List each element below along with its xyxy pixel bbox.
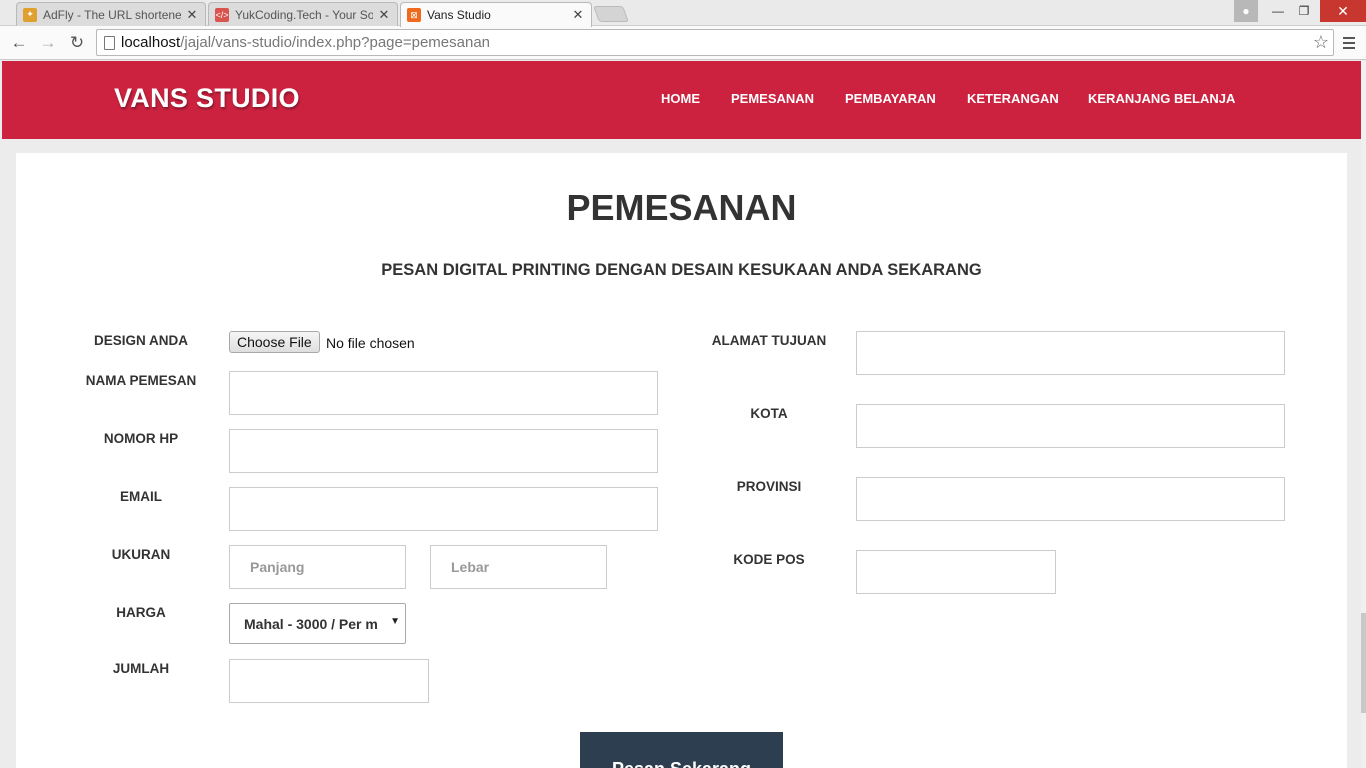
choose-file-button[interactable]: Choose File — [229, 331, 320, 353]
file-status: No file chosen — [326, 335, 415, 351]
tab-vans-studio[interactable]: ⊠ Vans Studio ✕ — [400, 2, 592, 27]
website: VANS STUDIO HOME PEMESANAN PEMBAYARAN KE… — [2, 61, 1361, 768]
kode-pos-input[interactable] — [856, 550, 1056, 594]
user-profile-icon[interactable]: ● — [1234, 0, 1258, 22]
nomor-hp-label: NOMOR HP — [103, 431, 179, 446]
page-subtitle: PESAN DIGITAL PRINTING DENGAN DESAIN KES… — [381, 261, 982, 279]
lebar-input[interactable] — [430, 545, 607, 589]
kode-pos-label: KODE POS — [733, 552, 805, 567]
order-form-card: PEMESANAN PESAN DIGITAL PRINTING DENGAN … — [16, 153, 1347, 768]
tab-title: YukCoding.Tech - Your So — [235, 7, 373, 22]
close-icon[interactable]: ✕ — [185, 7, 199, 23]
back-arrow-icon[interactable]: ← — [7, 31, 31, 55]
nav-keterangan[interactable]: KETERANGAN — [967, 91, 1059, 106]
code-icon: </> — [215, 7, 229, 22]
email-label: EMAIL — [120, 489, 162, 504]
site-header: VANS STUDIO HOME PEMESANAN PEMBAYARAN KE… — [2, 61, 1361, 139]
scrollbar-thumb[interactable] — [1361, 613, 1366, 713]
nav-pembayaran[interactable]: PEMBAYARAN — [845, 91, 936, 106]
tab-title: Vans Studio — [427, 8, 491, 22]
forward-arrow-icon[interactable]: → — [36, 31, 60, 55]
nav-pemesanan[interactable]: PEMESANAN — [731, 91, 814, 106]
tab-title: AdFly - The URL shortener — [43, 7, 181, 22]
url-host: localhost — [121, 34, 181, 51]
nama-pemesan-input[interactable] — [229, 371, 658, 415]
dropdown-arrow-icon: ▼ — [390, 616, 400, 627]
reload-icon[interactable]: ↻ — [65, 31, 89, 55]
kota-label: KOTA — [750, 406, 788, 421]
email-input[interactable] — [229, 487, 658, 531]
minimize-icon[interactable]: — — [1266, 0, 1290, 22]
window-close-icon[interactable]: ✕ — [1320, 0, 1366, 22]
kota-input[interactable] — [856, 404, 1285, 448]
site-brand[interactable]: VANS STUDIO — [114, 83, 300, 114]
jumlah-label: JUMLAH — [112, 661, 170, 676]
address-bar[interactable]: localhost/jajal/vans-studio/index.php?pa… — [96, 29, 1334, 56]
page-scrollbar[interactable] — [1361, 61, 1366, 768]
pesan-sekarang-button[interactable]: Pesan Sekarang — [580, 732, 783, 768]
restore-icon[interactable]: ❐ — [1292, 0, 1316, 22]
nomor-hp-input[interactable] — [229, 429, 658, 473]
browser-toolbar: ← → ↻ localhost/jajal/vans-studio/index.… — [0, 26, 1366, 60]
new-tab-button[interactable] — [593, 6, 629, 22]
browser-tab-bar: ✦ AdFly - The URL shortener ✕ </> YukCod… — [0, 0, 1366, 27]
nav-keranjang-belanja[interactable]: KERANJANG BELANJA — [1088, 91, 1235, 106]
close-icon[interactable]: ✕ — [377, 7, 391, 23]
provinsi-input[interactable] — [856, 477, 1285, 521]
url-path: /jajal/vans-studio/index.php?page=pemesa… — [180, 34, 491, 51]
browser-menu-icon[interactable] — [1338, 32, 1360, 54]
alamat-tujuan-input[interactable] — [856, 331, 1285, 375]
jumlah-input[interactable] — [229, 659, 429, 703]
harga-label: HARGA — [116, 605, 166, 620]
nav-home[interactable]: HOME — [661, 91, 700, 106]
page-icon — [104, 36, 115, 50]
page-title: PEMESANAN — [566, 187, 797, 228]
harga-selected-value: Mahal - 3000 / Per m — [244, 615, 378, 632]
tab-yukcoding[interactable]: </> YukCoding.Tech - Your So ✕ — [208, 2, 398, 26]
ukuran-label: UKURAN — [111, 547, 171, 562]
adfly-icon: ✦ — [23, 7, 37, 22]
design-label: DESIGN ANDA — [93, 333, 188, 348]
nama-pemesan-label: NAMA PEMESAN — [85, 373, 197, 388]
tab-adfly[interactable]: ✦ AdFly - The URL shortener ✕ — [16, 2, 206, 26]
alamat-tujuan-label: ALAMAT TUJUAN — [711, 333, 827, 348]
panjang-input[interactable] — [229, 545, 406, 589]
harga-select[interactable]: Mahal - 3000 / Per m ▼ — [229, 603, 406, 644]
bookmark-star-icon[interactable]: ☆ — [1313, 32, 1329, 53]
provinsi-label: PROVINSI — [736, 479, 802, 494]
close-icon[interactable]: ✕ — [571, 7, 585, 23]
xampp-icon: ⊠ — [407, 8, 421, 22]
